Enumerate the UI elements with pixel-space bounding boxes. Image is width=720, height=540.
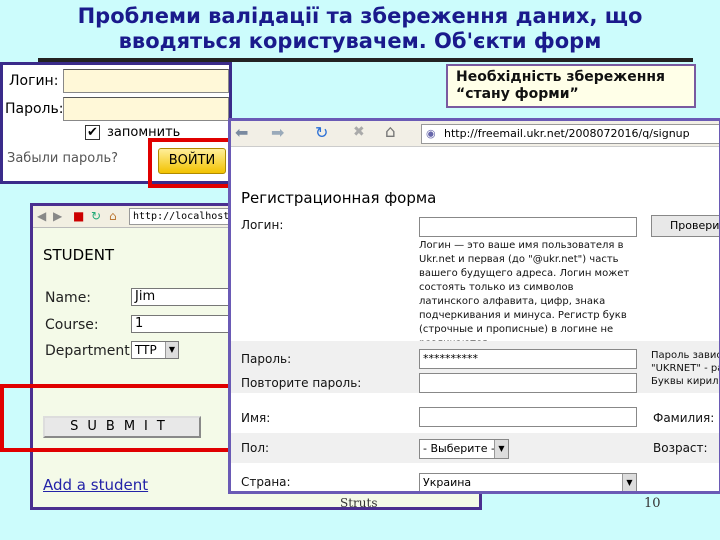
back-icon[interactable]: ◀: [37, 206, 46, 226]
stop-icon[interactable]: ✖: [353, 124, 365, 140]
chevron-down-icon: ▼: [165, 342, 178, 358]
reg-sex-value: - Выберите -: [423, 442, 496, 455]
reg-browser-toolbar: ⬅ ➡ ↻ ✖ ⌂ ◉ http://freemail.ukr.net/2008…: [231, 121, 719, 147]
reg-sex-select[interactable]: - Выберите - ▼: [419, 439, 509, 459]
reg-url-bar[interactable]: ◉ http://freemail.ukr.net/2008072016/q/s…: [421, 124, 719, 144]
globe-icon: ◉: [426, 127, 436, 140]
check-login-button[interactable]: Провери: [651, 215, 719, 237]
reg-firstname-label: Имя:: [241, 411, 271, 425]
slide-title-line1: Проблеми валідації та збереження даних, …: [77, 4, 643, 28]
password-note-line1: Пароль завис: [651, 350, 720, 361]
reg-password-label: Пароль:: [241, 352, 292, 366]
reg-age-label: Возраст:: [653, 441, 708, 455]
student-heading: STUDENT: [43, 246, 115, 264]
forward-icon[interactable]: ➡: [271, 123, 284, 142]
department-select[interactable]: TTP ▼: [131, 341, 179, 359]
reg-form-title: Регистрационная форма: [241, 189, 437, 207]
reload-icon[interactable]: ↻: [91, 206, 101, 226]
course-input[interactable]: 1: [131, 315, 231, 333]
remember-checkbox[interactable]: ✔: [85, 125, 100, 140]
password-input[interactable]: [63, 97, 229, 121]
note-line1: Необхідність збереження: [456, 69, 666, 85]
stop-icon[interactable]: ■: [73, 206, 84, 226]
student-url-bar[interactable]: http://localhost:8080: [129, 208, 259, 225]
password-note: Пароль завис "UKRNET" - ра Буквы кирилл: [651, 349, 720, 388]
chevron-down-icon: ▼: [494, 440, 508, 458]
highlight-submit-button: [0, 384, 240, 452]
slide-title: Проблеми валідації та збереження даних, …: [0, 4, 720, 54]
reg-login-input[interactable]: [419, 217, 637, 237]
reg-country-label: Страна:: [241, 475, 291, 489]
name-input[interactable]: Jim: [131, 288, 231, 306]
add-student-link[interactable]: Add a student: [43, 476, 148, 494]
reg-lastname-label: Фамилия:: [653, 411, 715, 425]
reload-icon[interactable]: ↻: [315, 123, 328, 142]
reg-password-input[interactable]: **********: [419, 349, 637, 369]
reg-country-value: Украина: [423, 476, 472, 489]
slide-title-line2: вводяться користувачем. Об'єкти форм: [118, 29, 602, 53]
reg-url-text: http://freemail.ukr.net/2008072016/q/sig…: [444, 127, 690, 140]
login-input[interactable]: [63, 69, 229, 93]
reg-country-select[interactable]: Украина ▼: [419, 473, 637, 491]
login-button[interactable]: ВОЙТИ: [158, 148, 226, 174]
course-label: Course:: [45, 317, 99, 333]
reg-sex-label: Пол:: [241, 441, 270, 455]
password-label: Пароль:: [5, 101, 64, 117]
reg-password-repeat-input[interactable]: [419, 373, 637, 393]
department-label: Department:: [45, 343, 135, 359]
forward-icon[interactable]: ▶: [53, 206, 62, 226]
login-help-text: Логин — это ваше имя пользователя в Ukr.…: [419, 240, 630, 349]
reg-firstname-input[interactable]: [419, 407, 637, 427]
note-line2: “стану форми”: [456, 86, 579, 102]
home-icon[interactable]: ⌂: [385, 122, 396, 142]
reg-login-label: Логин:: [241, 218, 284, 232]
form-state-note: Необхідність збереження “стану форми”: [446, 64, 696, 108]
footer-left-text: Struts: [340, 496, 378, 510]
password-note-line2: "UKRNET" - ра: [651, 363, 720, 374]
forgot-password-link[interactable]: Забыли пароль?: [7, 151, 118, 166]
slide-number: 10: [644, 496, 661, 511]
department-value: TTP: [135, 343, 157, 357]
password-note-line3: Буквы кирилл: [651, 376, 720, 387]
login-label: Логин:: [9, 73, 59, 89]
registration-window: ⬅ ➡ ↻ ✖ ⌂ ◉ http://freemail.ukr.net/2008…: [228, 118, 720, 494]
home-icon[interactable]: ⌂: [109, 206, 117, 226]
reg-password-repeat-label: Повторите пароль:: [241, 376, 362, 390]
chevron-down-icon: ▼: [622, 474, 636, 491]
name-label: Name:: [45, 290, 92, 306]
